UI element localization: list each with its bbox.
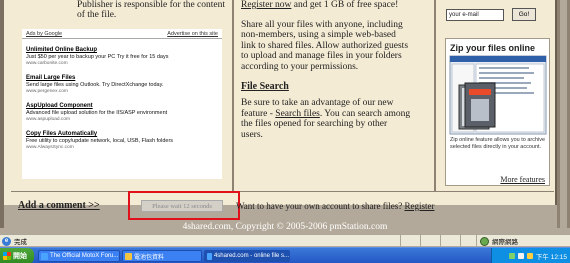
ad-url[interactable]: www.aspupload.com [26,117,218,123]
ie-icon [207,252,212,260]
status-divider [476,235,477,247]
start-button[interactable]: 開始 [0,248,34,263]
search-files-link[interactable]: Search files [275,109,320,119]
advertise-link[interactable]: Advertise on this site [167,31,218,37]
ad-url[interactable]: www.pergenex.com [26,89,218,95]
ad-description: Just $50 per year to backup your PC Try … [26,54,169,60]
zip-title: Zip your files online [450,43,536,53]
zip-promo-panel: Zip your files online Zip online feature… [445,38,550,186]
taskbar-item[interactable]: The Official MotoX Foru... [38,250,120,262]
folder-icon [125,252,132,260]
page-done-icon: e [2,236,11,246]
zone-text: 網際網路 [492,239,518,246]
ads-column: Publisher is responsible for the content… [4,0,226,192]
network-icon[interactable] [508,253,515,259]
register-line-rest: and get 1 GB of free space! [291,0,399,10]
ad-description: Advanced file upload solution for the II… [26,110,168,116]
ad-url[interactable]: www.AlwaysSync.com [26,145,218,151]
add-comment-link[interactable]: Add a comment >> [18,200,100,211]
email-form: your e-mail Go! [446,8,536,21]
system-tray: 下午 12:15 [491,248,570,263]
register-now-link[interactable]: Register now [241,0,291,10]
file-search-heading[interactable]: File Search [241,81,411,93]
copyright-footer: 4shared.com, Copyright © 2005-2006 pmSta… [182,222,388,232]
volume-icon[interactable] [517,253,524,259]
main-column: Register now and get 1 GB of free space!… [241,0,411,141]
search-paragraph: Be sure to take an advantage of our new … [241,98,411,140]
right-border [557,0,570,228]
taskbar-item[interactable]: 電池包資料 [122,250,202,262]
taskbar-item-label: 4shared.com - online file s... [213,253,289,259]
share-paragraph: Share all your files with anyone, includ… [241,19,409,72]
ie-icon [41,252,48,260]
column-divider [232,0,234,192]
start-label: 開始 [13,253,27,260]
status-divider [420,235,421,247]
windows-taskbar: 開始 The Official MotoX Foru... 電池包資料 4sha… [0,247,570,263]
zip-description: Zip online feature allows you to archive… [450,137,546,150]
ads-header: Ads by Google Advertise on this site [22,29,222,39]
download-wait-button[interactable]: Please wait 12 seconds [141,200,223,212]
ad-title[interactable]: Copy Files Automatically [26,131,218,138]
browser-viewport: Publisher is responsible for the content… [0,0,570,232]
taskbar-item-active[interactable]: 4shared.com - online file s... [204,250,290,262]
register-line: Register now and get 1 GB of free space! [241,0,411,11]
ad-url[interactable]: www.carbonite.com [26,61,218,67]
ad-title[interactable]: AspUpload Component [26,103,218,110]
ad-description: Send large files using Outlook. Try Dire… [26,82,164,88]
ad-item[interactable]: Email Large Files Send large files using… [22,75,222,95]
ad-title[interactable]: Email Large Files [26,75,218,82]
ad-title[interactable]: Unlimited Online Backup [26,47,218,54]
windows-logo-icon [3,252,11,260]
status-divider [440,235,441,247]
status-zone: 網際網路 [480,236,518,246]
publisher-notice: Publisher is responsible for the content… [77,0,226,20]
tray-app-icon[interactable] [526,253,533,259]
taskbar-item-label: 電池包資料 [134,254,165,261]
column-divider [434,0,436,192]
bottom-separator [11,191,554,192]
google-ads-box: Ads by Google Advertise on this site Unl… [22,29,222,179]
ad-item[interactable]: Copy Files Automatically Free utility to… [22,131,222,151]
ads-by-google-link[interactable]: Ads by Google [26,31,62,37]
status-text: 完成 [14,239,27,246]
status-divider [400,235,401,247]
browser-status-bar: e 完成 網際網路 [0,234,570,247]
status-divider [460,235,461,247]
ad-item[interactable]: Unlimited Online Backup Just $50 per yea… [22,47,222,67]
right-column: your e-mail Go! Zip your files online Zi… [441,0,554,192]
ad-item[interactable]: AspUpload Component Advanced file upload… [22,103,222,123]
zip-screenshot-illustration [449,55,547,135]
account-prompt: Want to have your own account to share f… [236,201,434,211]
clock[interactable]: 下午 12:15 [536,251,567,261]
taskbar-item-label: The Official MotoX Foru... [50,253,119,259]
email-input[interactable]: your e-mail [446,8,504,21]
account-prompt-text: Want to have your own account to share f… [236,201,403,211]
internet-zone-icon [480,236,489,246]
ad-description: Free utility to copy/update network, loc… [26,138,174,144]
register-link[interactable]: Register [404,201,434,211]
status-left: e 完成 [2,236,27,246]
go-button[interactable]: Go! [512,8,536,21]
more-features-link[interactable]: More features [500,175,545,184]
